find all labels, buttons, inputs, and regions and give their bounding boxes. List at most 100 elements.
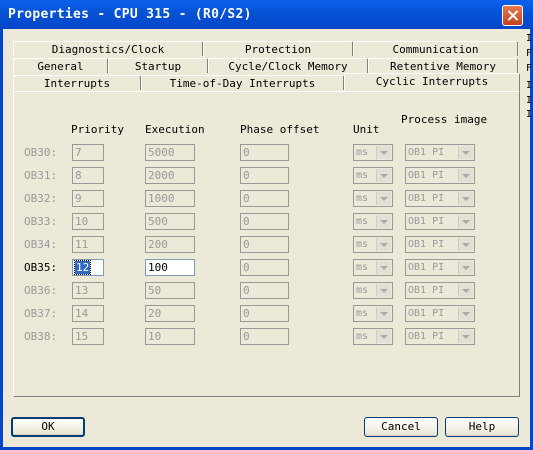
process-image-select[interactable]: OB1 PI xyxy=(405,282,475,299)
phase-offset-field[interactable]: 0 xyxy=(240,305,289,322)
phase-offset-field[interactable]: 0 xyxy=(240,167,289,184)
unit-select[interactable]: ms xyxy=(353,190,393,207)
background-window-edge: I F F I I I xyxy=(526,29,533,139)
execution-field[interactable]: 10 xyxy=(145,328,195,345)
tab-time-of-day-interrupts[interactable]: Time-of-Day Interrupts xyxy=(141,75,344,90)
chevron-down-icon[interactable] xyxy=(458,215,473,228)
chevron-down-icon[interactable] xyxy=(376,146,391,159)
process-image-select[interactable]: OB1 PI xyxy=(405,328,475,345)
process-image-select[interactable]: OB1 PI xyxy=(405,213,475,230)
process-image-value: OB1 PI xyxy=(408,308,445,319)
column-header-unit: Unit xyxy=(353,123,380,136)
chevron-down-icon[interactable] xyxy=(376,284,391,297)
chevron-down-icon[interactable] xyxy=(458,284,473,297)
unit-select[interactable]: ms xyxy=(353,167,393,184)
ob-label: OB37: xyxy=(24,307,58,320)
background-window-letter: I xyxy=(526,95,533,106)
phase-offset-field[interactable]: 0 xyxy=(240,190,289,207)
chevron-down-icon[interactable] xyxy=(376,215,391,228)
chevron-down-icon[interactable] xyxy=(458,169,473,182)
chevron-down-icon[interactable] xyxy=(458,238,473,251)
chevron-down-icon[interactable] xyxy=(376,169,391,182)
chevron-down-icon[interactable] xyxy=(376,330,391,343)
tab-protection[interactable]: Protection xyxy=(203,41,353,56)
chevron-down-icon[interactable] xyxy=(458,192,473,205)
execution-field[interactable]: 20 xyxy=(145,305,195,322)
phase-offset-field[interactable]: 0 xyxy=(240,144,289,161)
tab-interrupts[interactable]: Interrupts xyxy=(13,75,141,90)
execution-field[interactable]: 200 xyxy=(145,236,195,253)
unit-value: ms xyxy=(356,239,369,250)
execution-field[interactable]: 50 xyxy=(145,282,195,299)
priority-field[interactable]: 10 xyxy=(72,213,104,230)
tab-communication[interactable]: Communication xyxy=(353,41,518,56)
priority-field[interactable]: 9 xyxy=(72,190,104,207)
unit-value: ms xyxy=(356,331,369,342)
priority-field[interactable]: 14 xyxy=(72,305,104,322)
tab-general[interactable]: General xyxy=(13,58,108,73)
background-window-letter: I xyxy=(526,109,533,120)
chevron-down-icon[interactable] xyxy=(458,307,473,320)
close-icon[interactable] xyxy=(502,5,523,26)
ok-button[interactable]: OK xyxy=(11,417,85,437)
priority-field[interactable]: 13 xyxy=(72,282,104,299)
unit-select[interactable]: ms xyxy=(353,144,393,161)
background-window-letter: I xyxy=(526,33,533,44)
phase-offset-field[interactable]: 0 xyxy=(240,282,289,299)
execution-field[interactable]: 500 xyxy=(145,213,195,230)
chevron-down-icon[interactable] xyxy=(458,146,473,159)
unit-select[interactable]: ms xyxy=(353,236,393,253)
tab-diagnostics-clock[interactable]: Diagnostics/Clock xyxy=(13,41,203,56)
execution-field[interactable]: 5000 xyxy=(145,144,195,161)
phase-offset-field[interactable]: 0 xyxy=(240,213,289,230)
column-header-process-image: Process image xyxy=(401,113,488,126)
cancel-button[interactable]: Cancel xyxy=(364,417,438,437)
process-image-value: OB1 PI xyxy=(408,170,445,181)
priority-selected-text: 12 xyxy=(73,260,92,275)
tab-cyclic-interrupts[interactable]: Cyclic Interrupts xyxy=(344,73,520,91)
phase-offset-field[interactable]: 0 xyxy=(240,236,289,253)
ob-label: OB38: xyxy=(24,330,58,343)
ob-label: OB32: xyxy=(24,192,58,205)
phase-offset-field[interactable]: 0 xyxy=(240,259,289,276)
chevron-down-icon[interactable] xyxy=(376,307,391,320)
unit-select[interactable]: ms xyxy=(353,305,393,322)
execution-field[interactable]: 2000 xyxy=(145,167,195,184)
unit-select[interactable]: ms xyxy=(353,259,393,276)
priority-field[interactable]: 15 xyxy=(72,328,104,345)
priority-field[interactable]: 11 xyxy=(72,236,104,253)
chevron-down-icon[interactable] xyxy=(458,261,473,274)
chevron-down-icon[interactable] xyxy=(458,330,473,343)
unit-select[interactable]: ms xyxy=(353,213,393,230)
process-image-select[interactable]: OB1 PI xyxy=(405,259,475,276)
execution-field[interactable]: 100 xyxy=(145,259,195,276)
tab-startup[interactable]: Startup xyxy=(108,58,208,73)
chevron-down-icon[interactable] xyxy=(376,192,391,205)
unit-value: ms xyxy=(356,193,369,204)
window-frame-left xyxy=(0,29,3,450)
phase-offset-field[interactable]: 0 xyxy=(240,328,289,345)
unit-value: ms xyxy=(356,216,369,227)
ob-label: OB31: xyxy=(24,169,58,182)
unit-select[interactable]: ms xyxy=(353,282,393,299)
chevron-down-icon[interactable] xyxy=(376,238,391,251)
chevron-down-icon[interactable] xyxy=(376,261,391,274)
process-image-select[interactable]: OB1 PI xyxy=(405,236,475,253)
process-image-select[interactable]: OB1 PI xyxy=(405,305,475,322)
ob-label: OB34: xyxy=(24,238,58,251)
ob-label: OB36: xyxy=(24,284,58,297)
title-bar[interactable]: Properties - CPU 315 - (R0/S2) xyxy=(0,0,533,29)
priority-field[interactable]: 8 xyxy=(72,167,104,184)
priority-field[interactable]: 7 xyxy=(72,144,104,161)
process-image-select[interactable]: OB1 PI xyxy=(405,190,475,207)
process-image-value: OB1 PI xyxy=(408,147,445,158)
execution-field[interactable]: 1000 xyxy=(145,190,195,207)
tab-retentive-memory[interactable]: Retentive Memory xyxy=(368,58,518,73)
process-image-select[interactable]: OB1 PI xyxy=(405,167,475,184)
unit-select[interactable]: ms xyxy=(353,328,393,345)
priority-field[interactable]: 12 xyxy=(72,259,104,276)
unit-value: ms xyxy=(356,285,369,296)
help-button[interactable]: Help xyxy=(445,417,519,437)
process-image-select[interactable]: OB1 PI xyxy=(405,144,475,161)
tab-cycle-clock-memory[interactable]: Cycle/Clock Memory xyxy=(208,58,368,73)
